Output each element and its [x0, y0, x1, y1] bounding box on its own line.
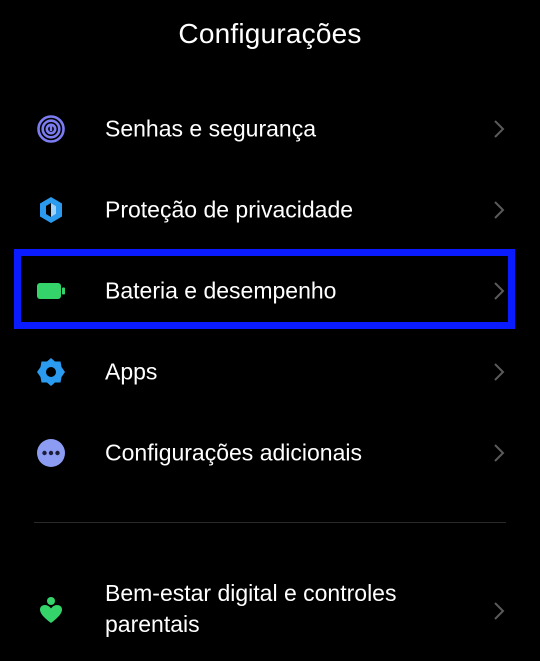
settings-item-label: Apps — [105, 358, 158, 384]
digital-wellbeing-icon — [36, 596, 66, 626]
settings-item-battery-performance[interactable]: Bateria e desempenho — [0, 250, 540, 331]
gear-icon — [36, 357, 66, 387]
chevron-right-icon — [492, 600, 506, 622]
settings-item-label: Bateria e desempenho — [105, 277, 337, 303]
settings-item-label: Bem-estar digital e controles parentais — [105, 580, 397, 637]
chevron-right-icon — [492, 361, 506, 383]
header: Configurações — [0, 0, 540, 76]
settings-item-digital-wellbeing[interactable]: Bem-estar digital e controles parentais — [0, 568, 540, 654]
settings-item-apps[interactable]: Apps — [0, 331, 540, 412]
privacy-shield-icon — [36, 195, 66, 225]
settings-item-passwords-security[interactable]: Senhas e segurança — [0, 88, 540, 169]
settings-list: Senhas e segurança Proteção de privacida… — [0, 88, 540, 493]
battery-icon — [36, 276, 66, 306]
settings-item-label: Senhas e segurança — [105, 115, 316, 141]
chevron-right-icon — [492, 199, 506, 221]
chevron-right-icon — [492, 442, 506, 464]
settings-item-label: Configurações adicionais — [105, 439, 362, 465]
settings-item-privacy-protection[interactable]: Proteção de privacidade — [0, 169, 540, 250]
chevron-right-icon — [492, 280, 506, 302]
fingerprint-icon — [36, 114, 66, 144]
settings-item-label: Proteção de privacidade — [105, 196, 354, 222]
section-divider — [34, 522, 506, 523]
chevron-right-icon — [492, 118, 506, 140]
settings-item-additional-settings[interactable]: Configurações adicionais — [0, 412, 540, 493]
page-title: Configurações — [178, 18, 362, 49]
more-dots-icon — [36, 438, 66, 468]
